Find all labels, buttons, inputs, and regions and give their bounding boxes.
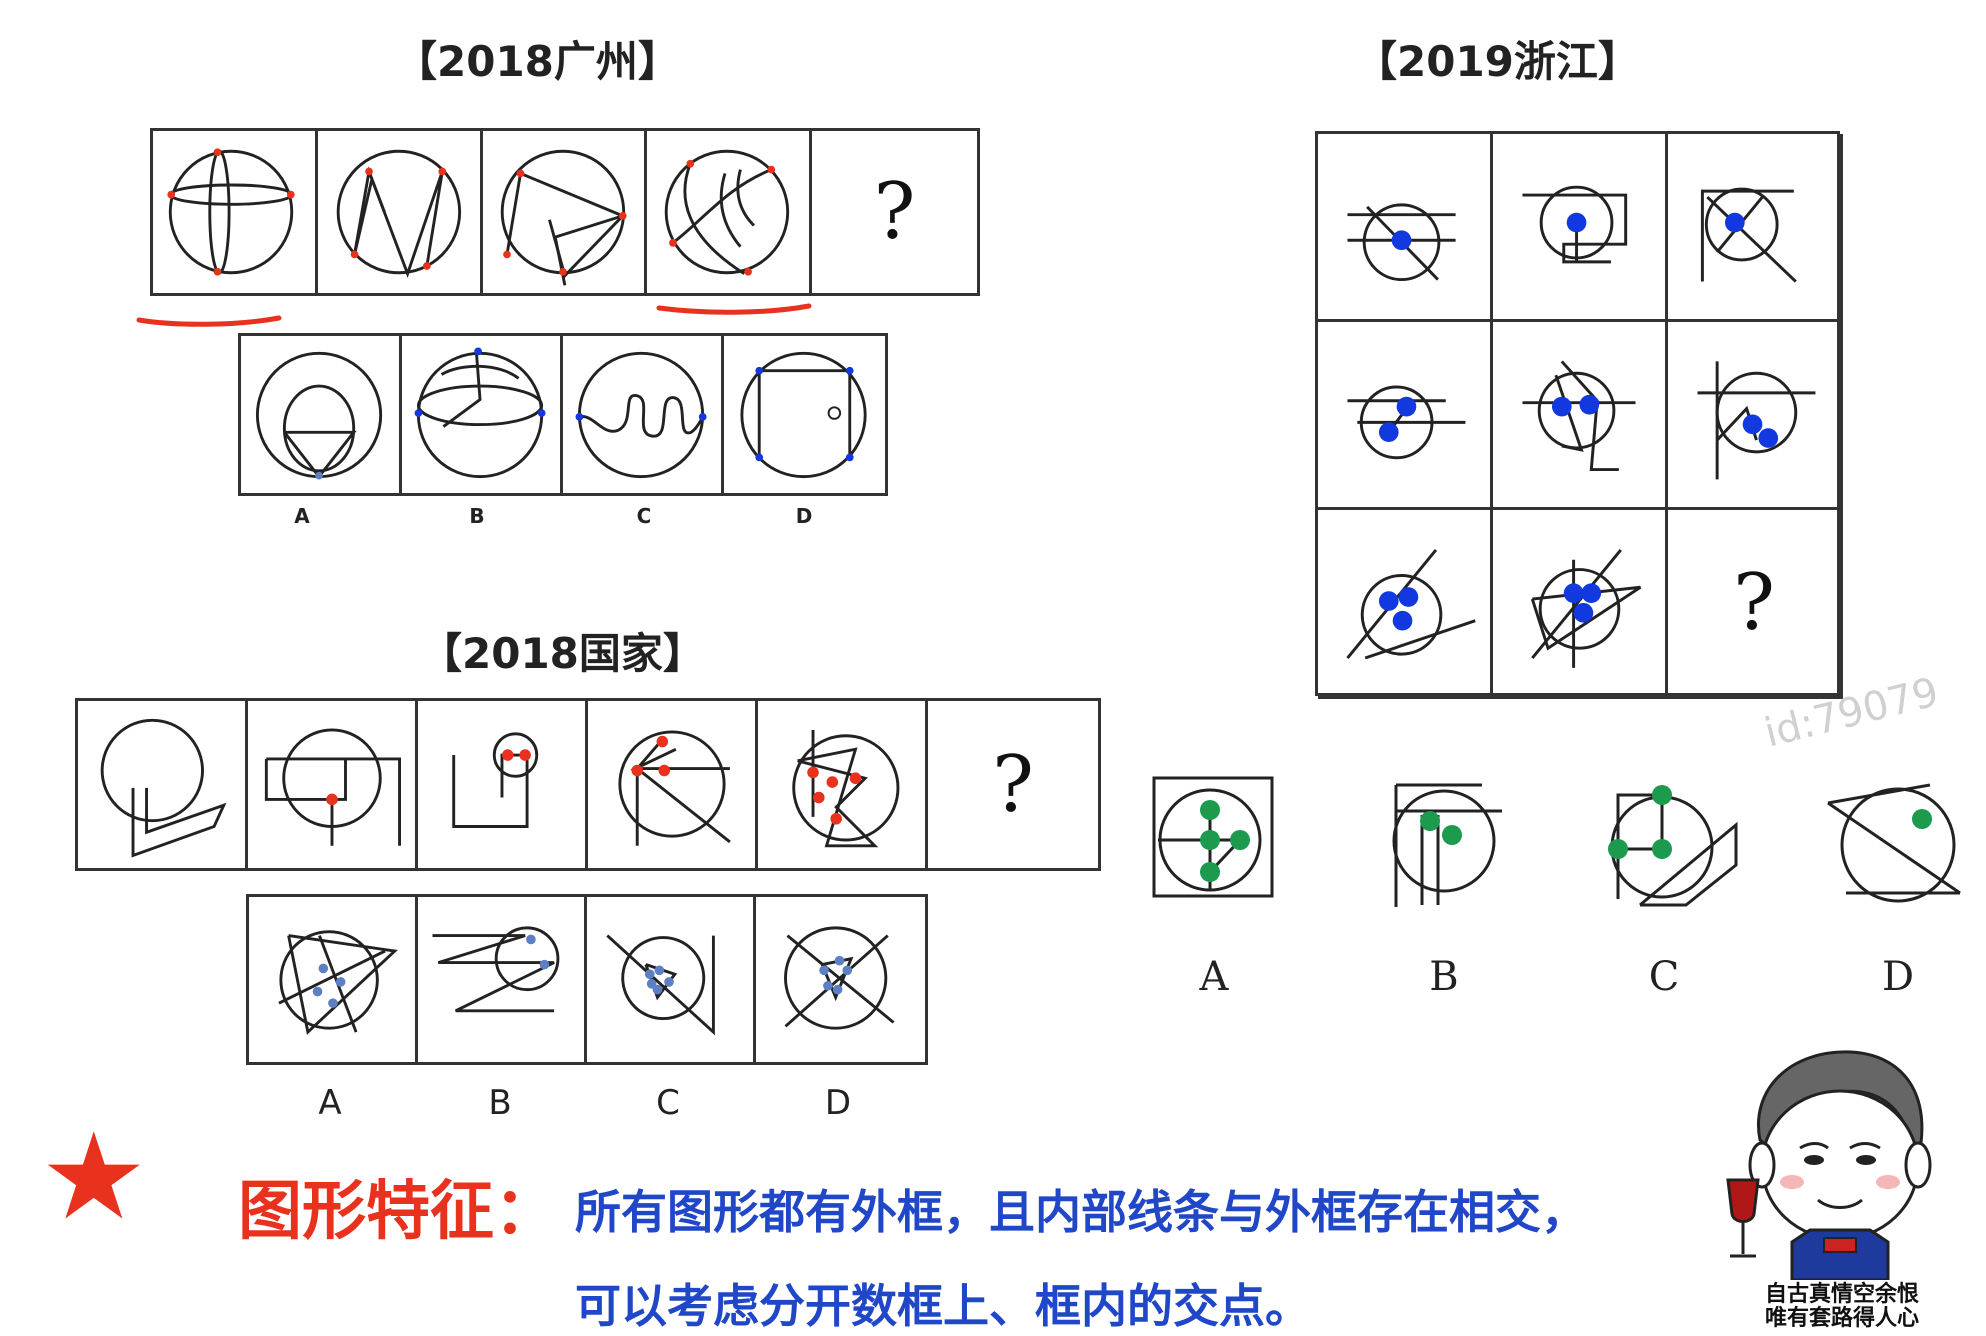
guojia-title: 【2018国家】: [420, 629, 705, 678]
zhejiang-option-a[interactable]: [1148, 772, 1278, 912]
guojia-options-strip: [246, 894, 928, 1065]
zhejiang-label-b: B: [1429, 954, 1459, 1000]
guangzhou-question-strip: ?: [150, 128, 980, 296]
zhejiang-label-a: A: [1199, 954, 1229, 1000]
question-mark: ?: [1733, 558, 1775, 648]
question-mark: ?: [873, 167, 916, 257]
feature-title: 图形特征：: [238, 1175, 558, 1249]
guojia-option-d[interactable]: [756, 897, 925, 1062]
zhejiang-option-b[interactable]: [1382, 775, 1512, 915]
guangzhou-label-b: B: [469, 504, 485, 528]
guangzhou-figure-5-unknown: ?: [812, 131, 977, 293]
guojia-option-a[interactable]: [249, 897, 418, 1062]
zhejiang-figure-4: [1318, 322, 1493, 510]
mascot-caption-line-1: 自古真情空余恨: [1764, 1282, 1919, 1307]
guojia-label-b: B: [488, 1083, 512, 1123]
guojia-figure-4: [588, 701, 758, 868]
zhejiang-figure-7: [1318, 510, 1493, 699]
guojia-label-a: A: [318, 1083, 342, 1123]
guojia-figure-1: [78, 701, 248, 868]
guojia-figure-6-unknown: ?: [928, 701, 1098, 868]
guangzhou-underline-1: [136, 315, 282, 327]
zhejiang-title: 【2019浙江】: [1355, 37, 1640, 86]
zhejiang-figure-3: [1668, 134, 1843, 322]
guangzhou-figure-3: [482, 131, 648, 293]
mascot-caption-line-2: 唯有套路得人心: [1764, 1306, 1919, 1331]
guangzhou-figure-2: [317, 131, 483, 293]
guojia-figure-5: [758, 701, 928, 868]
guangzhou-label-a: A: [294, 504, 310, 528]
guojia-figure-3: [418, 701, 588, 868]
zhejiang-figure-6: [1668, 322, 1843, 510]
guangzhou-figure-4: [647, 131, 813, 293]
guojia-label-d: D: [824, 1083, 852, 1123]
guangzhou-option-a[interactable]: [241, 336, 402, 493]
guangzhou-option-b[interactable]: [402, 336, 563, 493]
feature-line-2: 可以考虑分开数框上、框内的交点。: [575, 1279, 1311, 1333]
zhejiang-figure-2: [1493, 134, 1668, 322]
zhejiang-figure-9-unknown: ?: [1668, 510, 1843, 699]
question-mark: ?: [992, 739, 1034, 830]
guangzhou-title: 【2018广州】: [395, 37, 680, 86]
mascot-avatar: [1726, 1050, 1932, 1280]
zhejiang-label-c: C: [1648, 954, 1680, 1000]
guangzhou-label-c: C: [636, 504, 652, 528]
guojia-option-b[interactable]: [418, 897, 587, 1062]
guangzhou-underline-4: [656, 303, 812, 315]
zhejiang-question-grid: ?: [1315, 131, 1843, 699]
feature-line-1: 所有图形都有外框，且内部线条与外框存在相交，: [575, 1185, 1587, 1239]
zhejiang-option-c[interactable]: [1596, 775, 1746, 915]
guangzhou-options-strip: [238, 333, 888, 496]
zhejiang-figure-5: [1493, 322, 1668, 510]
zhejiang-label-d: D: [1882, 954, 1915, 1000]
zhejiang-figure-8: [1493, 510, 1668, 699]
star-icon: ★: [40, 1108, 148, 1247]
guangzhou-label-d: D: [795, 504, 813, 528]
guojia-label-c: C: [656, 1083, 680, 1123]
guangzhou-figure-1: [153, 131, 318, 293]
guojia-question-strip: ?: [75, 698, 1101, 871]
guangzhou-option-c[interactable]: [563, 336, 724, 493]
guojia-option-c[interactable]: [587, 897, 756, 1062]
guojia-figure-2: [248, 701, 418, 868]
guangzhou-option-d[interactable]: [724, 336, 885, 493]
zhejiang-option-d[interactable]: [1820, 775, 1970, 915]
zhejiang-figure-1: [1318, 134, 1493, 322]
